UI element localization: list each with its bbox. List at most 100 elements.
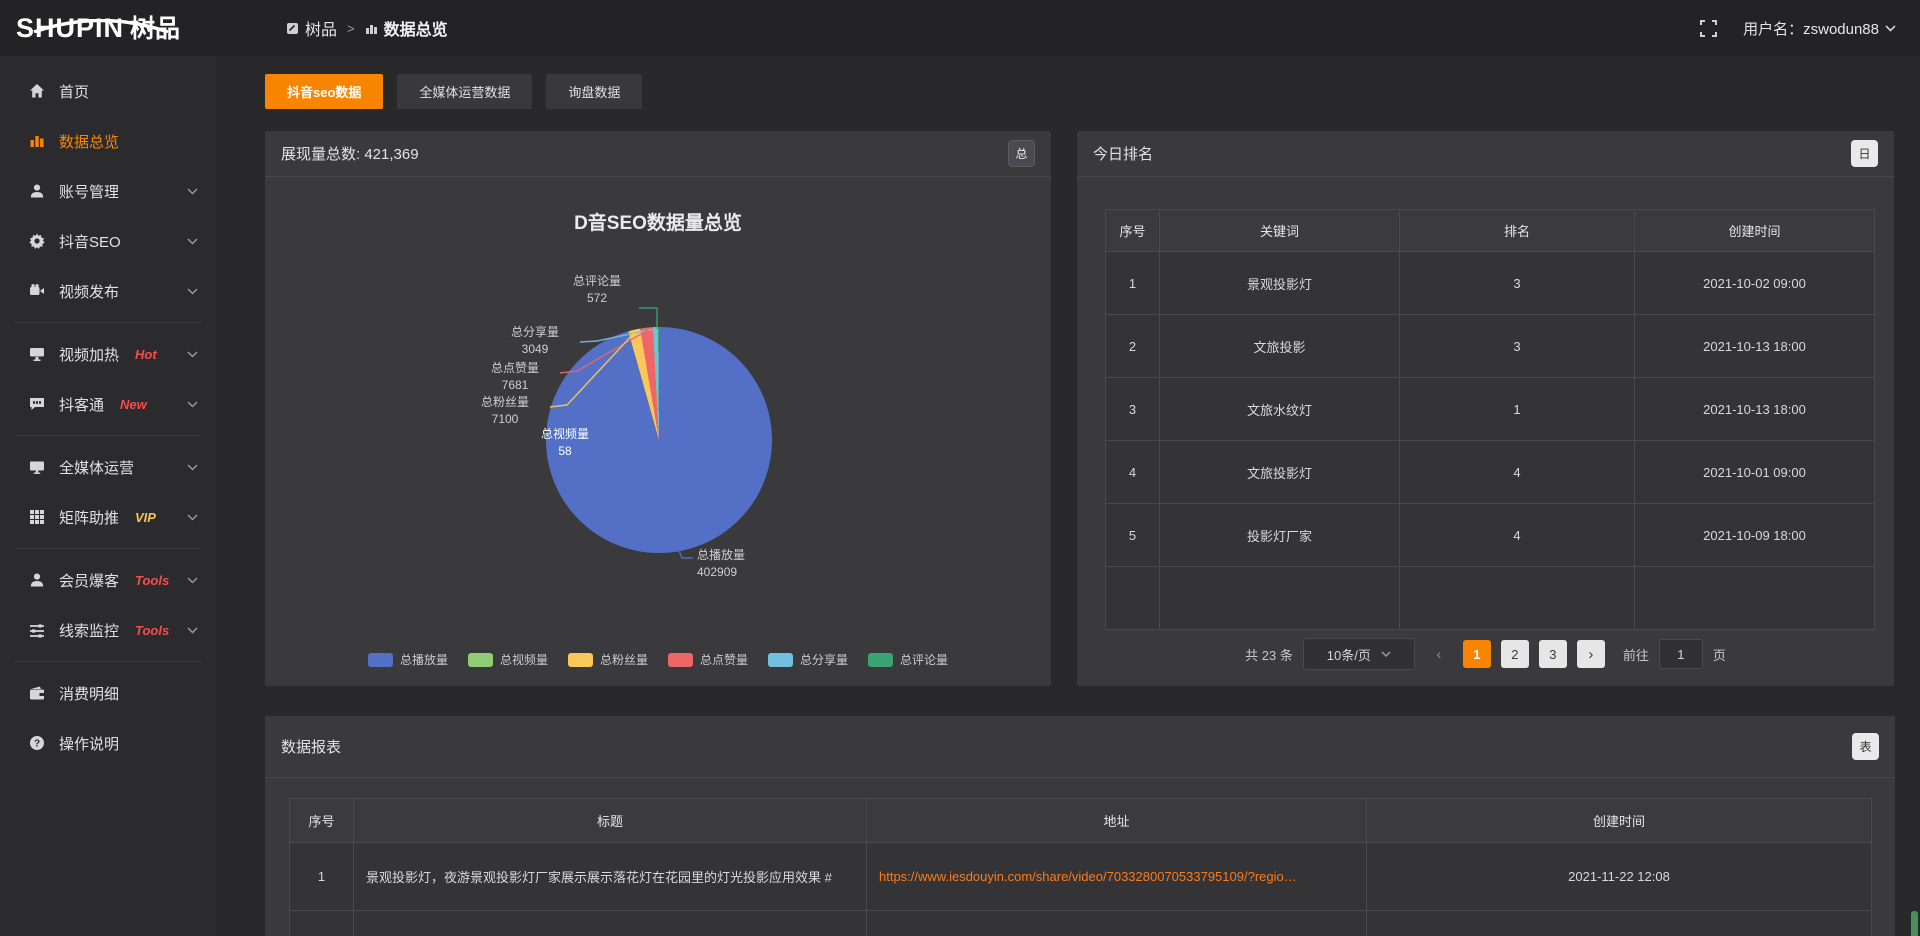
table-row: 4 文旅投影灯 4 2021-10-01 09:00 bbox=[1106, 441, 1875, 504]
sidebar-item-clue-monitor[interactable]: 线索监控 Tools bbox=[0, 605, 216, 655]
legend-item[interactable]: 总粉丝量 bbox=[568, 651, 648, 668]
legend-item[interactable]: 总点赞量 bbox=[668, 651, 748, 668]
callout-video: 总视频量58 bbox=[517, 426, 613, 460]
video-link[interactable]: https://www.iesdouyin.com/share/video/70… bbox=[879, 869, 1297, 884]
day-toggle-button[interactable]: 日 bbox=[1851, 140, 1878, 167]
legend-swatch bbox=[868, 653, 893, 667]
legend-swatch bbox=[468, 653, 493, 667]
page-size-select[interactable]: 10条/页 bbox=[1303, 638, 1415, 670]
callout-comment: 总评论量572 bbox=[553, 273, 641, 307]
sidebar-item-douyin-seo[interactable]: 抖音SEO bbox=[0, 216, 216, 266]
legend-label: 总分享量 bbox=[800, 651, 848, 668]
callout-fans: 总粉丝量7100 bbox=[463, 394, 547, 428]
wallet-icon bbox=[28, 685, 46, 701]
sidebar-item-instructions[interactable]: ? 操作说明 bbox=[0, 718, 216, 768]
ranking-table: 序号 关键词 排名 创建时间 1 景观投影灯 3 2021-10-02 09:0… bbox=[1105, 209, 1875, 630]
chevron-down-icon bbox=[1885, 25, 1896, 32]
sliders-icon bbox=[28, 622, 46, 638]
overview-title: 展现量总数: 421,369 bbox=[281, 143, 419, 164]
sidebar-item-video-publish[interactable]: 视频发布 bbox=[0, 266, 216, 316]
table-header-row: 序号 标题 地址 创建时间 bbox=[290, 799, 1872, 843]
bar-chart-icon bbox=[28, 133, 46, 149]
legend-swatch bbox=[368, 653, 393, 667]
table-row: 1 景观投影灯 3 2021-10-02 09:00 bbox=[1106, 252, 1875, 315]
sidebar-item-matrix-boost[interactable]: 矩阵助推 VIP bbox=[0, 492, 216, 542]
vip-badge: VIP bbox=[135, 510, 156, 525]
legend-label: 总点赞量 bbox=[700, 651, 748, 668]
sidebar-item-data-overview[interactable]: 数据总览 bbox=[0, 116, 216, 166]
tab-inquiry-data[interactable]: 询盘数据 bbox=[546, 74, 642, 109]
main-content: 抖音seo数据 全媒体运营数据 询盘数据 展现量总数: 421,369 总 D音… bbox=[216, 56, 1920, 936]
scrollbar-thumb[interactable] bbox=[1911, 911, 1918, 936]
legend-swatch bbox=[568, 653, 593, 667]
user-icon bbox=[28, 183, 46, 199]
goto-page-input[interactable] bbox=[1659, 639, 1703, 669]
gear-icon bbox=[28, 233, 46, 249]
tools-badge: Tools bbox=[135, 623, 169, 638]
table-row-clipped bbox=[1106, 567, 1875, 630]
goto-unit: 页 bbox=[1713, 645, 1726, 664]
sidebar-item-video-heat[interactable]: 视频加热 Hot bbox=[0, 329, 216, 379]
page-button-1[interactable]: 1 bbox=[1463, 640, 1491, 668]
legend-label: 总粉丝量 bbox=[600, 651, 648, 668]
chevron-down-icon bbox=[1381, 651, 1391, 657]
callout-play: 总播放量402909 bbox=[697, 547, 827, 581]
legend-label: 总评论量 bbox=[900, 651, 948, 668]
question-icon: ? bbox=[28, 735, 46, 751]
legend-item[interactable]: 总评论量 bbox=[868, 651, 948, 668]
user-dropdown[interactable]: 用户名：zswodun88 bbox=[1743, 18, 1896, 39]
topbar-right: 用户名：zswodun88 bbox=[1700, 18, 1920, 39]
legend-item[interactable]: 总视频量 bbox=[468, 651, 548, 668]
breadcrumb: 树品 > 数据总览 bbox=[286, 16, 448, 40]
sidebar-divider bbox=[14, 322, 202, 323]
sidebar-item-consumption[interactable]: 消费明细 bbox=[0, 668, 216, 718]
chevron-down-icon bbox=[187, 627, 198, 634]
table-row: 1 景观投影灯，夜游景观投影灯厂家展示展示落花灯在花园里的灯光投影应用效果 # … bbox=[290, 843, 1872, 911]
table-row: 3 文旅水纹灯 1 2021-10-13 18:00 bbox=[1106, 378, 1875, 441]
legend-item[interactable]: 总播放量 bbox=[368, 651, 448, 668]
member-icon bbox=[28, 572, 46, 588]
overview-panel: 展现量总数: 421,369 总 D音SEO数据量总览 总评论量572 bbox=[265, 131, 1051, 686]
total-count: 共 23 条 bbox=[1245, 645, 1293, 664]
legend-item[interactable]: 总分享量 bbox=[768, 651, 848, 668]
sidebar-item-account[interactable]: 账号管理 bbox=[0, 166, 216, 216]
new-badge: New bbox=[120, 397, 147, 412]
total-toggle-button[interactable]: 总 bbox=[1008, 140, 1035, 167]
sidebar-divider bbox=[14, 548, 202, 549]
table-header-row: 序号 关键词 排名 创建时间 bbox=[1106, 210, 1875, 252]
report-table: 序号 标题 地址 创建时间 1 景观投影灯，夜游景观投影灯厂家展示展示落花灯在花… bbox=[289, 798, 1872, 936]
fullscreen-icon[interactable] bbox=[1700, 20, 1717, 37]
chevron-down-icon bbox=[187, 577, 198, 584]
page-button-3[interactable]: 3 bbox=[1539, 640, 1567, 668]
app: SHUPIN 树品 树品 > 数据总览 bbox=[0, 0, 1920, 936]
page-button-2[interactable]: 2 bbox=[1501, 640, 1529, 668]
callout-like: 总点赞量7681 bbox=[473, 360, 557, 394]
sidebar-item-douketong[interactable]: 抖客通 New bbox=[0, 379, 216, 429]
sidebar-item-media-ops[interactable]: 全媒体运营 bbox=[0, 442, 216, 492]
breadcrumb-item-current[interactable]: 数据总览 bbox=[365, 16, 448, 40]
breadcrumb-separator: > bbox=[347, 21, 355, 36]
table-row-clipped bbox=[290, 911, 1872, 936]
topbar: SHUPIN 树品 树品 > 数据总览 bbox=[0, 0, 1920, 56]
legend-swatch bbox=[768, 653, 793, 667]
grid-icon bbox=[28, 509, 46, 525]
table-toggle-button[interactable]: 表 bbox=[1852, 733, 1879, 760]
goto-label: 前往 bbox=[1623, 645, 1649, 664]
callout-share: 总分享量3049 bbox=[493, 324, 577, 358]
tools-badge: Tools bbox=[135, 573, 169, 588]
sidebar-item-member-burst[interactable]: 会员爆客 Tools bbox=[0, 555, 216, 605]
ranking-title: 今日排名 bbox=[1093, 143, 1153, 164]
monitor-icon bbox=[28, 459, 46, 475]
prev-page-button[interactable]: ‹ bbox=[1425, 640, 1453, 668]
next-page-button[interactable]: › bbox=[1577, 640, 1605, 668]
tab-douyin-seo[interactable]: 抖音seo数据 bbox=[265, 74, 383, 109]
tab-media-ops-data[interactable]: 全媒体运营数据 bbox=[397, 74, 532, 109]
breadcrumb-item-home[interactable]: 树品 bbox=[286, 16, 337, 40]
pie-chart: D音SEO数据量总览 总评论量572 总分享量3049 bbox=[265, 178, 1051, 686]
bar-chart-icon bbox=[365, 22, 378, 35]
page-icon bbox=[286, 22, 299, 35]
legend-label: 总播放量 bbox=[400, 651, 448, 668]
chevron-down-icon bbox=[187, 238, 198, 245]
sidebar-item-home[interactable]: 首页 bbox=[0, 66, 216, 116]
chevron-down-icon bbox=[187, 464, 198, 471]
